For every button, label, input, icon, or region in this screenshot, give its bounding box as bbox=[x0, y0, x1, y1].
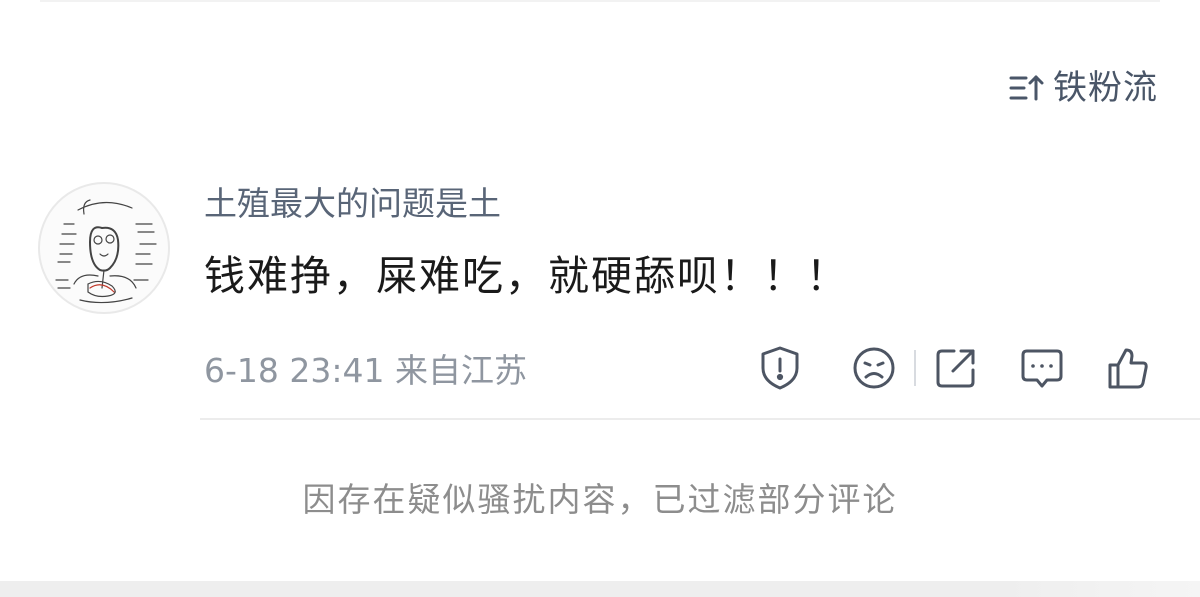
top-divider bbox=[40, 0, 1160, 2]
comment-meta: 6-18 23:41 来自江苏 bbox=[204, 351, 527, 390]
comment-meta-row: 6-18 23:41 来自江苏 bbox=[204, 340, 1152, 396]
sort-label: 铁粉流 bbox=[1053, 68, 1158, 108]
avatar[interactable] bbox=[38, 182, 170, 314]
comment-item: 土殖最大的问题是土 钱难挣，屎难吃，就硬舔呗！！！ 6-18 23:41 来自江… bbox=[0, 176, 1200, 420]
filter-notice: 因存在疑似骚扰内容，已过滤部分评论 bbox=[302, 480, 898, 519]
like-icon[interactable] bbox=[1104, 344, 1152, 392]
sort-arrow-icon bbox=[1009, 70, 1045, 106]
watermark bbox=[1000, 581, 1200, 597]
comment-actions bbox=[756, 344, 1152, 392]
report-icon[interactable] bbox=[756, 344, 804, 392]
comment-text: 钱难挣，屎难吃，就硬舔呗！！！ bbox=[204, 252, 849, 300]
action-divider bbox=[914, 350, 916, 386]
comment-username[interactable]: 土殖最大的问题是土 bbox=[204, 180, 501, 228]
sort-toggle[interactable]: 铁粉流 bbox=[1009, 64, 1158, 112]
comment-divider bbox=[200, 418, 1200, 420]
comment-icon[interactable] bbox=[1018, 344, 1066, 392]
dislike-icon[interactable] bbox=[850, 344, 898, 392]
share-icon[interactable] bbox=[932, 344, 980, 392]
